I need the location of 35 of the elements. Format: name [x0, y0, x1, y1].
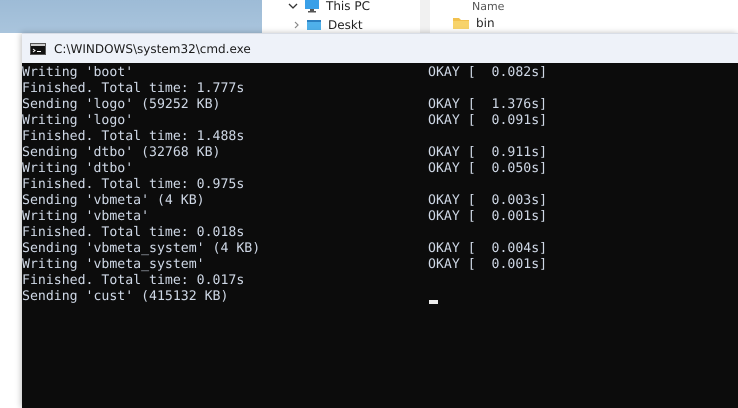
nav-item[interactable]: Deskt	[288, 17, 420, 32]
output-line: Sending 'cust' (415132 KB)	[22, 289, 230, 305]
status-text: OKAY [ 0.050s]	[428, 161, 548, 177]
output-line: Sending 'logo' (59252 KB)	[22, 97, 222, 113]
output-line: Writing 'logo'	[22, 113, 134, 129]
nav-item[interactable]: This PC	[288, 0, 420, 13]
output-line: Finished. Total time: 0.017s	[22, 273, 246, 289]
output-line: Writing 'dtbo'	[22, 161, 134, 177]
output-line: Finished. Total time: 1.777s	[22, 81, 246, 97]
status-text: OKAY [ 0.004s]	[428, 241, 548, 257]
status-text: OKAY [ 0.003s]	[428, 193, 548, 209]
status-text: OKAY [ 0.001s]	[428, 257, 548, 273]
output-line: Sending 'vbmeta' (4 KB)	[22, 193, 206, 209]
status-text: OKAY [ 0.082s]	[428, 65, 548, 81]
folder-icon	[452, 16, 470, 30]
output-line: Writing 'boot'	[22, 65, 134, 81]
output-line: Finished. Total time: 0.975s	[22, 177, 246, 193]
console-icon	[30, 42, 46, 54]
desktop-icon	[306, 18, 322, 30]
column-header[interactable]: Name	[452, 0, 738, 13]
output-line: Sending 'vbmeta_system' (4 KB)	[22, 241, 262, 257]
output-line: Finished. Total time: 1.488s	[22, 129, 246, 145]
monitor-icon	[304, 0, 320, 12]
output-line: Writing 'vbmeta'	[22, 209, 150, 225]
chevron-icon	[294, 20, 300, 28]
status-text: OKAY [ 0.911s]	[428, 145, 548, 161]
window-title: C:\WINDOWS\system32\cmd.exe	[54, 42, 251, 56]
status-text: OKAY [ 1.376s]	[428, 97, 548, 113]
output-line: Writing 'vbmeta_system'	[22, 257, 206, 273]
output-line: Sending 'dtbo' (32768 KB)	[22, 145, 222, 161]
file-item[interactable]: bin	[452, 16, 738, 30]
status-text: OKAY [ 0.091s]	[428, 113, 548, 129]
status-text: OKAY [ 0.001s]	[428, 209, 548, 225]
chevron-icon	[288, 2, 298, 8]
output-line: Finished. Total time: 0.018s	[22, 225, 246, 241]
